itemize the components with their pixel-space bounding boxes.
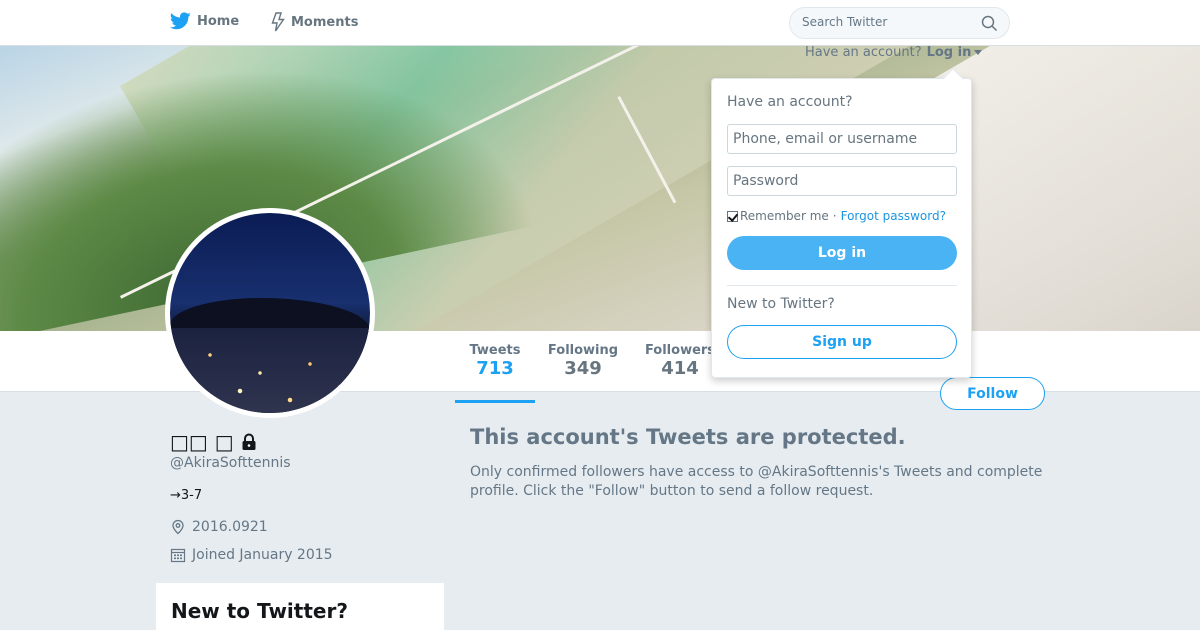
caret-down-icon	[974, 50, 983, 55]
stat-following-label: Following	[547, 343, 619, 358]
nav-home-label: Home	[197, 13, 240, 29]
profile-name-text: □□ □	[170, 430, 234, 454]
stat-followers-value: 414	[661, 358, 699, 379]
login-dropdown-title: Have an account?	[727, 94, 853, 110]
protected-description: Only confirmed followers have access to …	[470, 464, 1043, 499]
dropdown-divider	[727, 285, 957, 286]
protected-title: This account's Tweets are protected.	[470, 425, 906, 449]
password-input[interactable]	[727, 166, 957, 196]
stat-following-value: 349	[564, 358, 602, 379]
profile-handle[interactable]: @AkiraSofttennis	[170, 455, 291, 471]
remember-me-label[interactable]: Remember me	[740, 209, 829, 223]
nav-moments[interactable]: Moments	[271, 12, 358, 32]
forgot-password-link[interactable]: Forgot password?	[841, 209, 946, 223]
profile-location-text: 2016.0921	[192, 519, 268, 535]
profile-joined-text: Joined January 2015	[192, 547, 333, 563]
remember-me-checkbox[interactable]	[727, 210, 738, 222]
nav-home[interactable]: Home	[170, 12, 239, 30]
stat-tweets-value: 713	[476, 358, 514, 379]
calendar-icon	[170, 548, 186, 563]
stat-following[interactable]: Following 349	[543, 343, 623, 379]
separator-dot: ·	[832, 209, 837, 223]
stat-followers[interactable]: Followers 414	[640, 343, 720, 379]
search-box	[789, 7, 1010, 39]
search-input[interactable]	[802, 15, 972, 29]
login-toggle-label: Log in	[926, 45, 972, 60]
login-dropdown: Have an account? Remember me · Forgot pa…	[711, 68, 972, 378]
search-icon[interactable]	[981, 15, 998, 32]
signup-module-title: New to Twitter?	[171, 599, 348, 623]
signup-button[interactable]: Sign up	[727, 325, 957, 359]
avatar[interactable]	[165, 208, 375, 418]
lock-icon	[242, 433, 256, 450]
new-to-twitter-label: New to Twitter?	[727, 296, 835, 312]
location-pin-icon	[172, 519, 184, 535]
username-input[interactable]	[727, 124, 957, 154]
bird-icon	[170, 12, 191, 30]
profile-name: □□ □	[170, 430, 258, 454]
avatar-city-lights	[170, 328, 370, 413]
stat-tweets-label: Tweets	[469, 343, 521, 358]
remember-row: Remember me · Forgot password?	[727, 209, 946, 223]
login-toggle[interactable]: Have an account? Log in	[805, 45, 983, 60]
follow-button[interactable]: Follow	[940, 377, 1045, 410]
login-prompt-text: Have an account?	[805, 45, 922, 60]
stat-tweets[interactable]: Tweets 713	[455, 343, 535, 403]
lightning-icon	[271, 12, 285, 32]
profile-joined: Joined January 2015	[170, 547, 333, 563]
top-navigation-bar: Home Moments	[0, 0, 1200, 46]
login-button[interactable]: Log in	[727, 236, 957, 270]
nav-moments-label: Moments	[291, 14, 359, 30]
stat-followers-label: Followers	[644, 343, 716, 358]
profile-bio: →3-7	[170, 488, 203, 503]
signup-sidebar-module: New to Twitter?	[156, 583, 444, 630]
profile-location: 2016.0921	[170, 519, 268, 535]
